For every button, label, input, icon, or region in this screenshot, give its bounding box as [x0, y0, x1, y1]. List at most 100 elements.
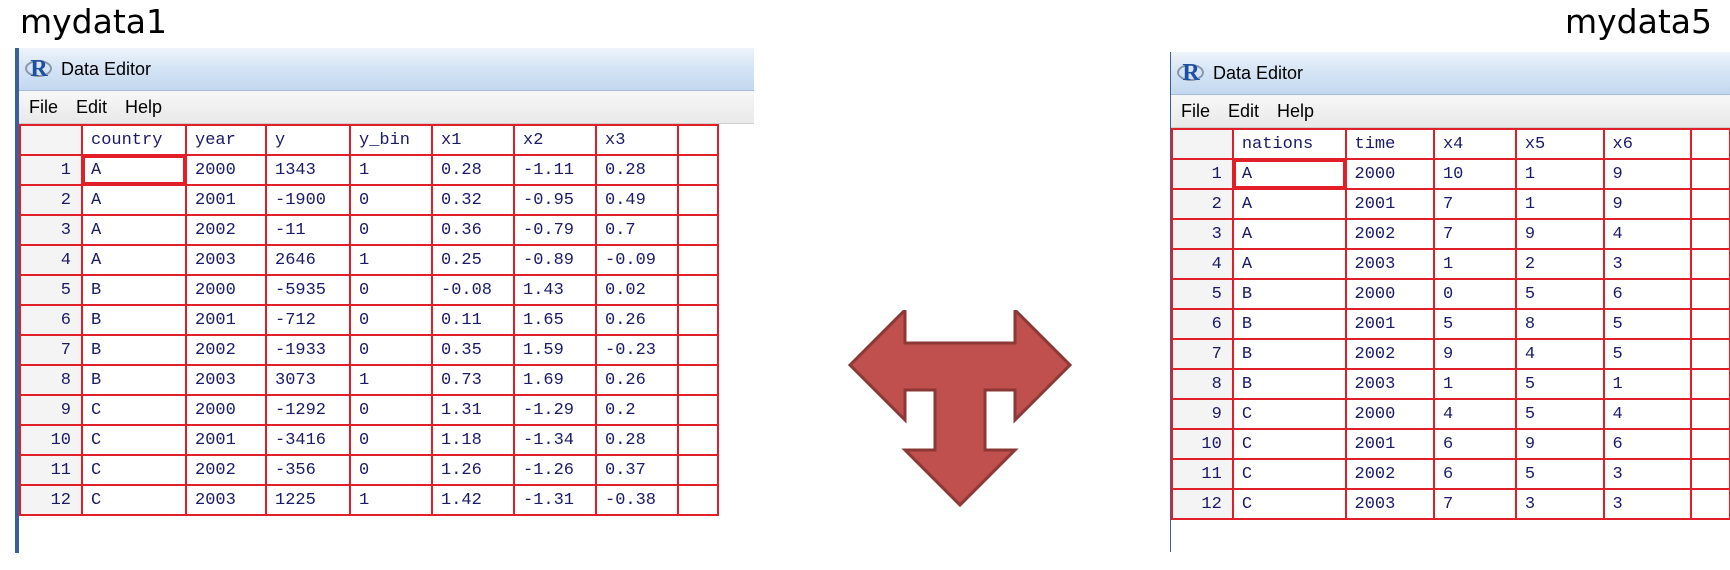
- data-cell[interactable]: C: [81, 394, 187, 426]
- data-cell[interactable]: 1.69: [513, 364, 597, 396]
- data-cell[interactable]: -0.23: [595, 334, 679, 366]
- empty-cell[interactable]: [677, 184, 719, 216]
- data-cell[interactable]: -0.95: [513, 184, 597, 216]
- data-cell[interactable]: 6: [1602, 278, 1693, 310]
- data-cell[interactable]: 1343: [265, 154, 351, 186]
- column-header-country[interactable]: country: [81, 124, 187, 156]
- data-cell[interactable]: 9: [1432, 338, 1517, 370]
- data-cell[interactable]: -1933: [265, 334, 351, 366]
- data-cell[interactable]: 2000: [185, 394, 267, 426]
- data-cell[interactable]: -0.09: [595, 244, 679, 276]
- empty-cell[interactable]: [1690, 308, 1730, 340]
- data-cell[interactable]: C: [1231, 488, 1347, 520]
- empty-cell[interactable]: [1690, 488, 1730, 520]
- data-cell[interactable]: -5935: [265, 274, 351, 306]
- data-cell[interactable]: -356: [265, 454, 351, 486]
- data-cell[interactable]: 2001: [185, 304, 267, 336]
- data-cell[interactable]: 0: [349, 274, 433, 306]
- data-cell[interactable]: -0.08: [431, 274, 515, 306]
- empty-cell[interactable]: [677, 304, 719, 336]
- data-cell[interactable]: A: [1231, 158, 1347, 190]
- data-cell[interactable]: B: [1231, 278, 1347, 310]
- data-cell[interactable]: 0.25: [431, 244, 515, 276]
- empty-cell[interactable]: [677, 274, 719, 306]
- data-cell[interactable]: 2000: [1344, 278, 1435, 310]
- data-cell[interactable]: A: [81, 244, 187, 276]
- data-cell[interactable]: B: [81, 274, 187, 306]
- data-cell[interactable]: 9: [1602, 188, 1693, 220]
- data-cell[interactable]: 5: [1432, 308, 1517, 340]
- column-header-y_bin[interactable]: y_bin: [349, 124, 433, 156]
- data-cell[interactable]: 1.42: [431, 484, 515, 516]
- data-cell[interactable]: 0.28: [595, 424, 679, 456]
- column-header-y[interactable]: y: [265, 124, 351, 156]
- data-cell[interactable]: C: [81, 484, 187, 516]
- data-cell[interactable]: 2000: [185, 154, 267, 186]
- data-cell[interactable]: 5: [1514, 458, 1605, 490]
- data-cell[interactable]: 3: [1602, 488, 1693, 520]
- data-cell[interactable]: 10: [1432, 158, 1517, 190]
- empty-cell[interactable]: [1690, 338, 1730, 370]
- empty-cell[interactable]: [1690, 368, 1730, 400]
- data-cell[interactable]: 0: [349, 184, 433, 216]
- data-cell[interactable]: 0.36: [431, 214, 515, 246]
- data-cell[interactable]: A: [1231, 218, 1347, 250]
- data-cell[interactable]: -1.26: [513, 454, 597, 486]
- data-cell[interactable]: 2001: [185, 184, 267, 216]
- data-cell[interactable]: 1: [1432, 368, 1517, 400]
- data-cell[interactable]: 2003: [1344, 368, 1435, 400]
- data-cell[interactable]: 2000: [1344, 398, 1435, 430]
- column-header-x2[interactable]: x2: [513, 124, 597, 156]
- data-cell[interactable]: 4: [1432, 398, 1517, 430]
- data-cell[interactable]: 2646: [265, 244, 351, 276]
- column-header-nations[interactable]: nations: [1231, 128, 1347, 160]
- data-cell[interactable]: -1900: [265, 184, 351, 216]
- empty-cell[interactable]: [677, 364, 719, 396]
- empty-column-header[interactable]: [677, 124, 719, 156]
- data-cell[interactable]: 9: [1514, 218, 1605, 250]
- data-cell[interactable]: 1: [1514, 158, 1605, 190]
- data-cell[interactable]: 7: [1432, 488, 1517, 520]
- menu-file[interactable]: File: [1171, 101, 1219, 122]
- empty-cell[interactable]: [677, 244, 719, 276]
- data-cell[interactable]: 5: [1602, 308, 1693, 340]
- data-cell[interactable]: -1.29: [513, 394, 597, 426]
- data-cell[interactable]: A: [81, 184, 187, 216]
- data-cell[interactable]: C: [1231, 398, 1347, 430]
- data-cell[interactable]: B: [81, 304, 187, 336]
- data-cell[interactable]: -3416: [265, 424, 351, 456]
- data-cell[interactable]: 0.73: [431, 364, 515, 396]
- data-cell[interactable]: 1.31: [431, 394, 515, 426]
- data-cell[interactable]: C: [1231, 458, 1347, 490]
- column-header-x3[interactable]: x3: [595, 124, 679, 156]
- empty-cell[interactable]: [677, 334, 719, 366]
- column-header-x1[interactable]: x1: [431, 124, 515, 156]
- data-cell[interactable]: 2002: [1344, 218, 1435, 250]
- menu-help[interactable]: Help: [116, 97, 171, 118]
- menu-edit[interactable]: Edit: [1219, 101, 1268, 122]
- data-cell[interactable]: 2003: [185, 484, 267, 516]
- data-cell[interactable]: 2: [1514, 248, 1605, 280]
- data-cell[interactable]: 0: [349, 394, 433, 426]
- data-cell[interactable]: 3: [1514, 488, 1605, 520]
- data-cell[interactable]: 0.49: [595, 184, 679, 216]
- data-cell[interactable]: 0.7: [595, 214, 679, 246]
- data-cell[interactable]: 0: [349, 424, 433, 456]
- data-cell[interactable]: C: [1231, 428, 1347, 460]
- data-cell[interactable]: 5: [1514, 368, 1605, 400]
- data-cell[interactable]: -0.79: [513, 214, 597, 246]
- data-cell[interactable]: B: [1231, 368, 1347, 400]
- data-cell[interactable]: 1: [1514, 188, 1605, 220]
- data-cell[interactable]: 1.65: [513, 304, 597, 336]
- data-cell[interactable]: 2002: [1344, 458, 1435, 490]
- data-cell[interactable]: 0.32: [431, 184, 515, 216]
- data-cell[interactable]: 1225: [265, 484, 351, 516]
- data-cell[interactable]: 2003: [185, 244, 267, 276]
- data-cell[interactable]: 9: [1514, 428, 1605, 460]
- empty-cell[interactable]: [677, 214, 719, 246]
- data-cell[interactable]: 2003: [185, 364, 267, 396]
- data-cell[interactable]: 0.26: [595, 364, 679, 396]
- empty-cell[interactable]: [1690, 188, 1730, 220]
- right-window-titlebar[interactable]: R Data Editor: [1171, 52, 1730, 95]
- data-cell[interactable]: 2001: [185, 424, 267, 456]
